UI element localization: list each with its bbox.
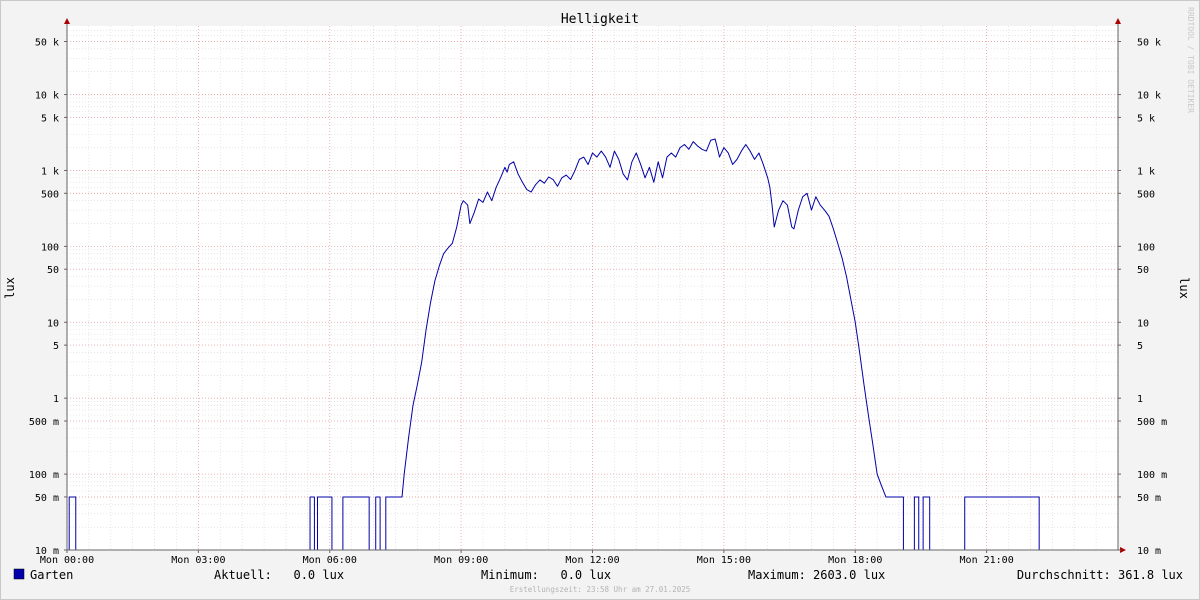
y-tick-label-left: 50 — [47, 265, 59, 276]
y-tick-label-right: 1 k — [1137, 166, 1155, 177]
y-tick-label-left: 100 — [41, 242, 59, 253]
x-tick-label: Mon 12:00 — [565, 555, 619, 566]
y-tick-label-right: 10 m — [1137, 546, 1161, 557]
legend-maximum: Maximum: 2603.0 lux — [748, 568, 885, 582]
x-tick-label: Mon 15:00 — [697, 555, 751, 566]
y-tick-label-right: 5 k — [1137, 113, 1155, 124]
y-axis-label-right: lux — [1177, 277, 1191, 299]
chart-svg: 50 k 10 k 5 k 1 k 500 100 50 10 5 1 500 m 100 m 50 m… — [0, 0, 1200, 600]
y-tick-label-left: 10 k — [35, 91, 59, 102]
y-tick-label-left: 500 m — [29, 417, 59, 428]
y-tick-label-right: 100 m — [1137, 470, 1167, 481]
y-tick-label-left: 100 m — [29, 470, 59, 481]
y-tick-label-left: 1 — [53, 394, 59, 405]
legend-series-name: Garten — [30, 568, 73, 582]
y-tick-label-right: 10 — [1137, 318, 1149, 329]
x-tick-label: Mon 21:00 — [960, 555, 1014, 566]
y-tick-label-left: 50 k — [35, 37, 59, 48]
y-tick-label-right: 10 k — [1137, 91, 1161, 102]
y-tick-label-right: 5 — [1137, 341, 1143, 352]
legend-swatch-garten — [13, 568, 25, 580]
y-tick-label-left: 1 k — [41, 166, 59, 177]
y-tick-label-left: 10 — [47, 318, 59, 329]
x-tick-label: Mon 06:00 — [303, 555, 357, 566]
x-tick-label: Mon 18:00 — [828, 555, 882, 566]
y-tick-label-right: 50 k — [1137, 37, 1161, 48]
legend-aktuell: Aktuell: 0.0 lux — [214, 568, 344, 582]
chart-title: Helligkeit — [561, 12, 639, 27]
legend-minimum: Minimum: 0.0 lux — [481, 568, 611, 582]
y-tick-label-right: 50 m — [1137, 493, 1161, 504]
y-tick-label-right: 50 — [1137, 265, 1149, 276]
y-tick-label-left: 5 k — [41, 113, 59, 124]
x-tick-label: Mon 03:00 — [171, 555, 225, 566]
y-tick-label-right: 1 — [1137, 394, 1143, 405]
chart-container: 50 k 10 k 5 k 1 k 500 100 50 10 5 1 500 m 100 m 50 m… — [0, 0, 1200, 600]
y-axis-label-left: lux — [3, 277, 17, 299]
x-tick-label: Mon 00:00 — [40, 555, 94, 566]
y-tick-label-right: 100 — [1137, 242, 1155, 253]
legend-durchschnitt: Durchschnitt: 361.8 lux — [1017, 568, 1183, 582]
y-tick-label-left: 5 — [53, 341, 59, 352]
x-tick-label: Mon 09:00 — [434, 555, 488, 566]
y-tick-label-right: 500 m — [1137, 417, 1167, 428]
watermark: RRDTOOL / TOBI OETIKER — [1186, 7, 1195, 113]
y-tick-label-right: 500 — [1137, 189, 1155, 200]
y-tick-label-left: 500 — [41, 189, 59, 200]
footer-timestamp: Erstellungszeit: 23:58 Uhr am 27.01.2025 — [510, 585, 691, 594]
y-tick-label-left: 50 m — [35, 493, 59, 504]
